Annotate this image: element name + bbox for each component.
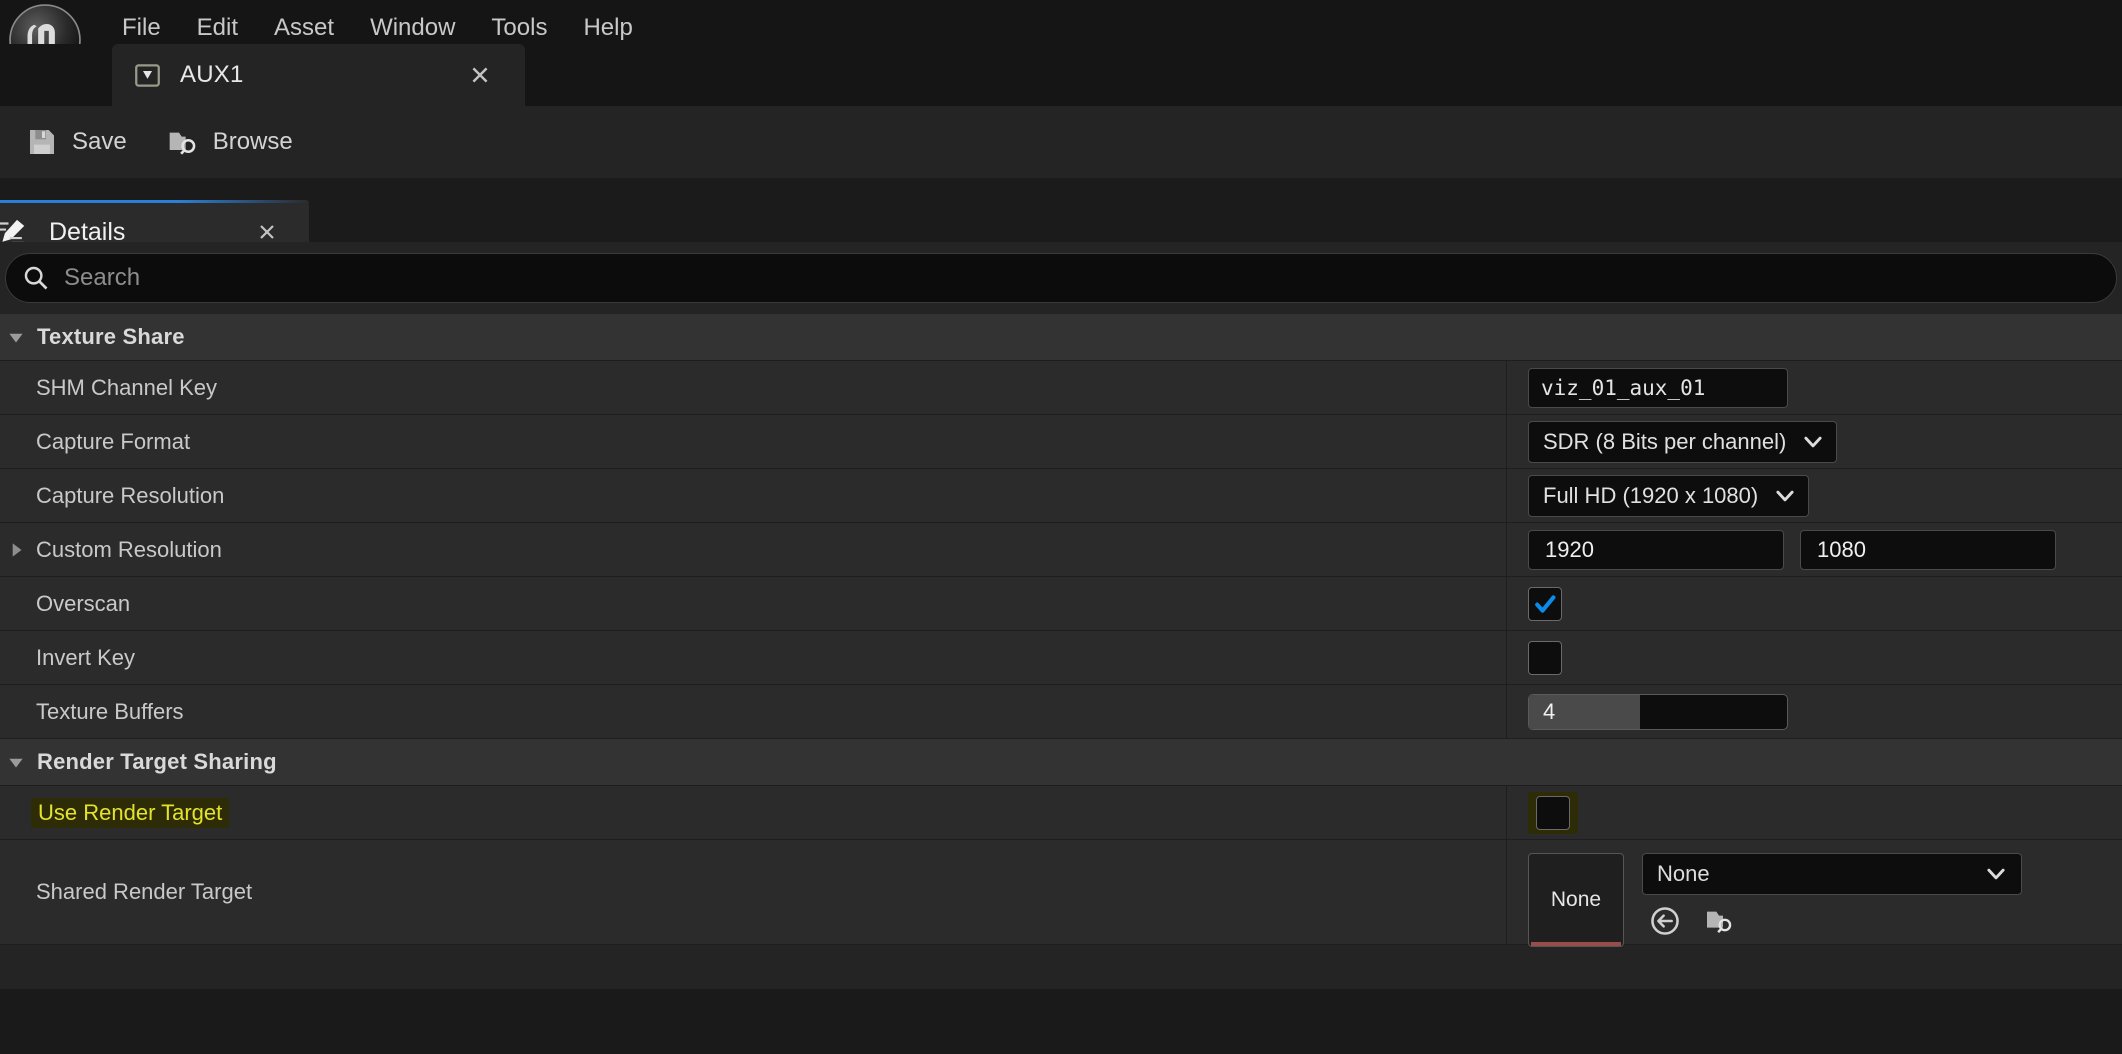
close-icon[interactable] [469, 64, 491, 86]
asset-tab-aux1[interactable]: AUX1 [112, 44, 525, 106]
category-header-render-target-sharing[interactable]: Render Target Sharing [0, 739, 2122, 786]
asset-editor-icon [134, 62, 161, 89]
property-name-cell: Custom Resolution [0, 523, 1507, 576]
use-render-target-highlight [1528, 792, 1578, 834]
property-label: Capture Resolution [36, 483, 224, 509]
invert-key-checkbox[interactable] [1528, 641, 1562, 675]
property-value-cell: SDR (8 Bits per channel) [1507, 415, 2122, 468]
tab-strip: AUX1 [0, 44, 2122, 106]
category-label: Render Target Sharing [37, 749, 277, 775]
property-label: Overscan [36, 591, 130, 617]
details-search-row [0, 242, 2122, 314]
property-name-cell: Capture Resolution [0, 469, 1507, 522]
property-value-cell: Full HD (1920 x 1080) [1507, 469, 2122, 522]
property-label: Shared Render Target [36, 879, 252, 905]
capture-resolution-value: Full HD (1920 x 1080) [1543, 483, 1758, 509]
property-row-overscan: Overscan [0, 577, 2122, 631]
property-value-cell: 4 [1507, 685, 2122, 738]
property-label: Custom Resolution [36, 537, 222, 563]
property-row-shared-render-target: Shared Render Target None None [0, 840, 2122, 945]
property-value-cell: None None [1507, 840, 2122, 944]
chevron-down-icon [1802, 431, 1824, 453]
use-selected-asset-icon[interactable] [1649, 905, 1681, 937]
menu-item-asset[interactable]: Asset [256, 9, 352, 47]
browse-folder-search-icon [167, 126, 199, 158]
property-name-cell: SHM Channel Key [0, 361, 1507, 414]
shm-channel-key-input[interactable]: viz_01_aux_01 [1528, 368, 1788, 408]
property-name-cell: Capture Format [0, 415, 1507, 468]
overscan-checkbox[interactable] [1528, 587, 1562, 621]
property-row-custom-resolution: Custom Resolution 1920 1080 [0, 523, 2122, 577]
save-floppy-icon [26, 126, 58, 158]
chevron-down-icon[interactable] [5, 326, 27, 348]
property-value-cell [1507, 631, 2122, 684]
asset-tab-label: AUX1 [180, 61, 244, 89]
chevron-down-icon [1774, 485, 1796, 507]
capture-format-dropdown[interactable]: SDR (8 Bits per channel) [1528, 421, 1837, 463]
category-header-texture-share[interactable]: Texture Share [0, 314, 2122, 361]
menu-item-tools[interactable]: Tools [473, 9, 565, 47]
property-name-cell: Use Render Target [0, 786, 1507, 839]
close-icon[interactable] [257, 222, 277, 242]
property-name-cell: Shared Render Target [0, 840, 1507, 944]
panel-bottom-filler [0, 989, 2122, 1054]
details-property-list: Texture Share SHM Channel Key viz_01_aux… [0, 314, 2122, 989]
active-tab-accent [0, 200, 309, 203]
shared-render-target-value: None [1657, 861, 1710, 887]
property-row-use-render-target: Use Render Target [0, 786, 2122, 840]
shared-render-target-dropdown[interactable]: None [1642, 853, 2022, 895]
browse-to-asset-icon[interactable] [1703, 905, 1735, 937]
chevron-right-icon[interactable] [5, 539, 27, 561]
menu-item-help[interactable]: Help [565, 9, 650, 47]
custom-resolution-x-input[interactable]: 1920 [1528, 530, 1784, 570]
property-row-capture-resolution: Capture Resolution Full HD (1920 x 1080) [0, 469, 2122, 523]
browse-button[interactable]: Browse [153, 113, 307, 171]
property-label-highlighted: Use Render Target [31, 798, 229, 828]
chevron-down-icon [1985, 863, 2007, 885]
property-label: SHM Channel Key [36, 375, 217, 401]
property-name-cell: Invert Key [0, 631, 1507, 684]
property-value-cell [1507, 577, 2122, 630]
custom-resolution-y-input[interactable]: 1080 [1800, 530, 2056, 570]
menu-item-window[interactable]: Window [352, 9, 473, 47]
property-label: Invert Key [36, 645, 135, 671]
property-row-invert-key: Invert Key [0, 631, 2122, 685]
capture-format-value: SDR (8 Bits per channel) [1543, 429, 1786, 455]
property-label: Capture Format [36, 429, 190, 455]
property-value-cell: 1920 1080 [1507, 523, 2122, 576]
property-value-cell: viz_01_aux_01 [1507, 361, 2122, 414]
property-name-cell: Texture Buffers [0, 685, 1507, 738]
details-panel-tab-row: Details [0, 178, 2122, 242]
category-label: Texture Share [37, 324, 185, 350]
asset-toolbar: Save Browse [0, 106, 2122, 178]
asset-picker-column: None [1642, 853, 2022, 937]
search-icon [22, 264, 50, 292]
save-button[interactable]: Save [12, 113, 141, 171]
property-row-shm-channel-key: SHM Channel Key viz_01_aux_01 [0, 361, 2122, 415]
property-value-cell [1507, 786, 2122, 839]
search-input[interactable] [64, 264, 2100, 292]
property-name-cell: Overscan [0, 577, 1507, 630]
check-icon [1533, 592, 1557, 616]
use-render-target-checkbox[interactable] [1536, 796, 1570, 830]
property-row-capture-format: Capture Format SDR (8 Bits per channel) [0, 415, 2122, 469]
asset-action-icons [1642, 905, 2022, 937]
save-label: Save [72, 128, 127, 156]
chevron-down-icon[interactable] [5, 751, 27, 773]
texture-buffers-slider[interactable]: 4 [1528, 694, 1788, 730]
search-box[interactable] [5, 253, 2117, 303]
property-label: Texture Buffers [36, 699, 184, 725]
texture-buffers-value: 4 [1543, 699, 1555, 725]
menu-item-edit[interactable]: Edit [179, 9, 256, 47]
menu-item-file[interactable]: File [104, 9, 179, 47]
capture-resolution-dropdown[interactable]: Full HD (1920 x 1080) [1528, 475, 1809, 517]
browse-label: Browse [213, 128, 293, 156]
property-row-texture-buffers: Texture Buffers 4 [0, 685, 2122, 739]
shared-render-target-thumbnail[interactable]: None [1528, 853, 1624, 947]
